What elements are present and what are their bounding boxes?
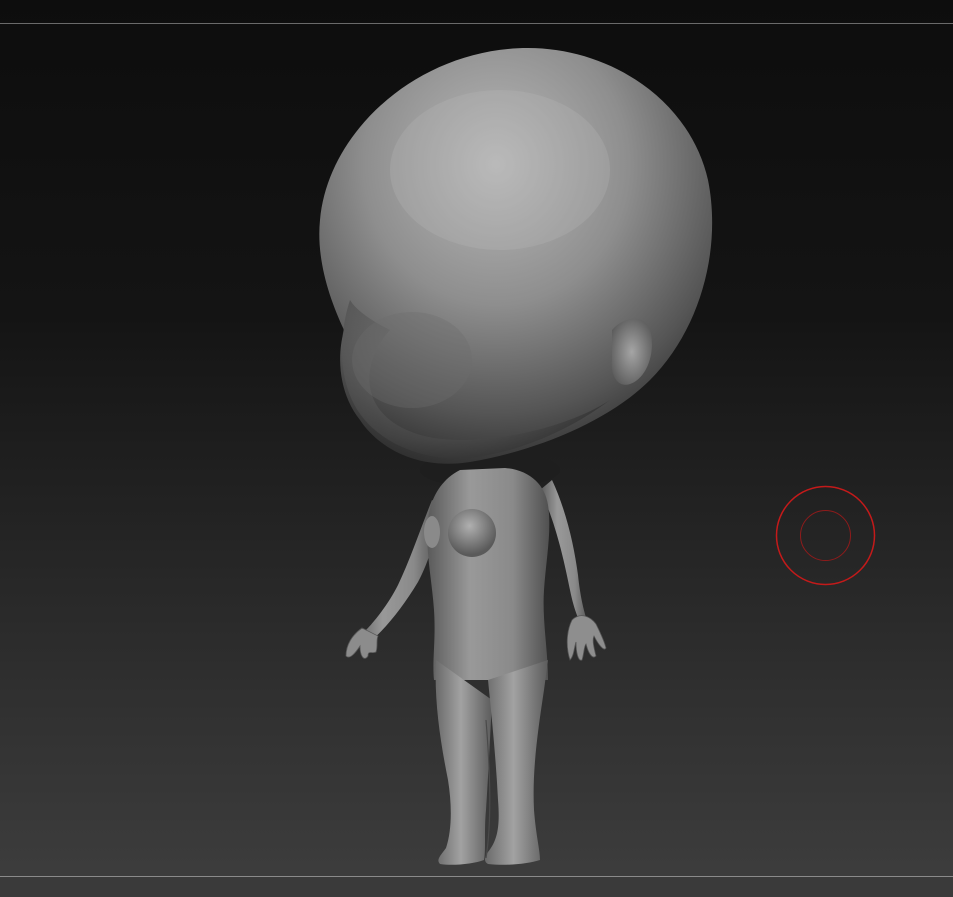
right-hand [566,615,607,661]
breast [448,509,496,557]
left-leg [435,660,492,865]
cheek [352,312,472,408]
bottom-panel [0,877,953,897]
breast-far [424,516,440,548]
brush-inner-ring [800,510,851,561]
3d-viewport[interactable] [0,0,953,897]
sculpt-model[interactable] [0,0,953,897]
brush-cursor [775,485,876,586]
right-leg [485,660,548,865]
torso [427,468,550,680]
brush-outer-ring [775,485,876,586]
forehead-highlight [390,90,610,250]
